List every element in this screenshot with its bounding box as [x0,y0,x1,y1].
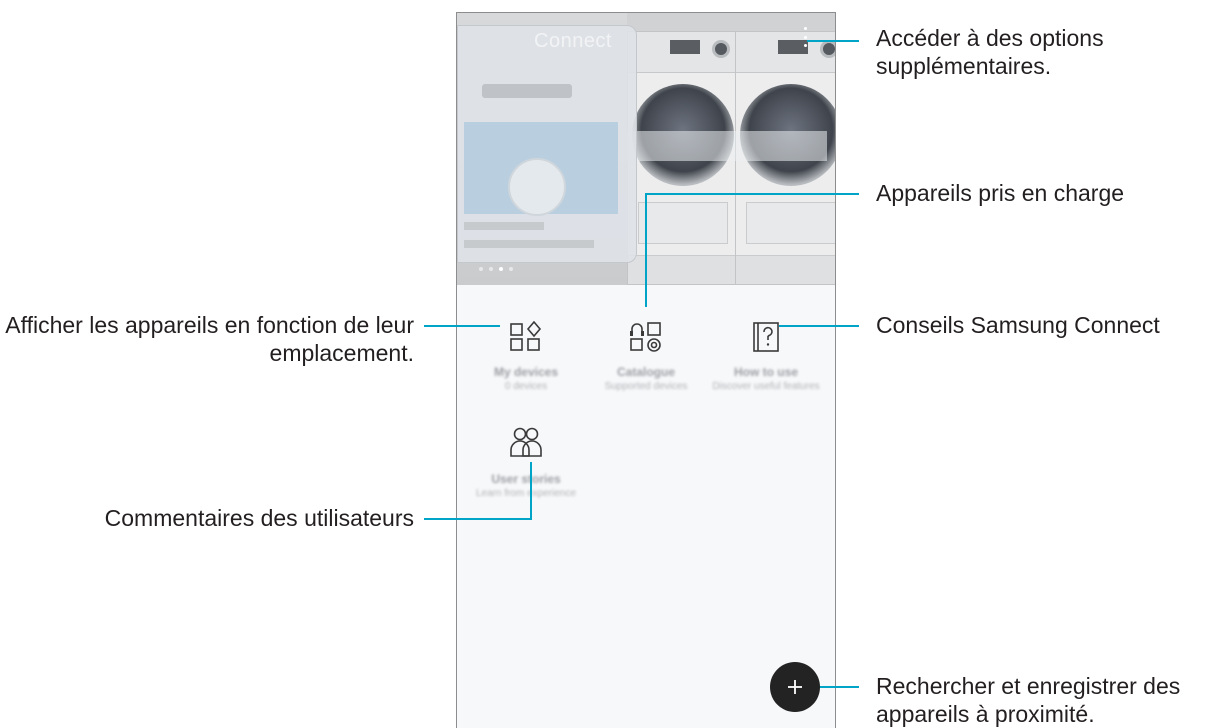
tile-user-stories[interactable]: User stories Learn from experience [466,420,586,510]
callout-user-comments: Commentaires des utilisateurs [105,504,414,532]
add-devices-button[interactable] [770,662,820,712]
tile-subtitle: Supported devices [604,381,688,392]
tile-label: User stories [491,472,561,486]
tile-subtitle: 0 devices [504,381,548,392]
callout-text: Afficher les appareils en fonction de le… [5,312,414,366]
pager-dot-active [499,267,503,271]
callout-text: Conseils Samsung Connect [876,312,1160,338]
tile-label: How to use [733,365,798,379]
callout-text: Commentaires des utilisateurs [104,505,414,531]
washer-display [670,40,700,54]
hero-card-heading [482,84,572,98]
leader-line [807,40,859,42]
callout-text: Appareils pris en charge [876,180,1125,206]
hero-blurred-text [627,131,827,161]
more-options-icon[interactable] [802,27,808,47]
callout-search-register: Rechercher et enregistrer des appareils … [876,672,1206,728]
pager-dot [479,267,483,271]
grid-diamond-icon [510,321,542,351]
hero-card-line [464,222,544,230]
washer-drawer [638,202,728,244]
leader-line [645,193,859,195]
tile-label: Catalogue [616,365,675,379]
hero-card-title: Connect [534,30,612,52]
phone-screen: Connect My devices 0 devices Catalogue S… [456,12,836,728]
washer-knob [820,40,835,58]
leader-line [424,325,500,327]
callout-text: Accéder à des options supplémentaires. [876,25,1104,79]
callout-supported-devices: Appareils pris en charge [876,179,1124,207]
hero-promo-card: Connect [457,25,637,263]
leader-line [818,686,859,688]
hero-card-ring [508,158,566,216]
plus-icon [788,680,802,694]
washer-knob [712,40,730,58]
tile-catalogue[interactable]: Catalogue Supported devices [586,313,706,403]
callout-tips: Conseils Samsung Connect [876,311,1160,339]
tile-label: My devices [493,365,559,379]
leader-line [530,462,532,520]
leader-line [645,193,647,307]
hero-pager [479,267,513,271]
washer-drawer [746,202,835,244]
leader-line [424,518,532,520]
catalogue-icon [630,322,661,352]
users-icon [510,427,542,457]
leader-line [779,325,859,327]
callout-devices-location: Afficher les appareils en fonction de le… [0,311,414,367]
tile-subtitle: Discover useful features [712,381,820,392]
callout-more-options: Accéder à des options supplémentaires. [876,24,1156,80]
washer-base [736,255,835,284]
tile-subtitle: Learn from experience [475,488,577,499]
menu-grid: My devices 0 devices Catalogue Supported… [457,285,835,728]
pager-dot [489,267,493,271]
pager-dot [509,267,513,271]
hero-card-line [464,240,594,248]
tile-how-to-use[interactable]: How to use Discover useful features [706,313,826,413]
callout-text: Rechercher et enregistrer des appareils … [876,673,1181,727]
